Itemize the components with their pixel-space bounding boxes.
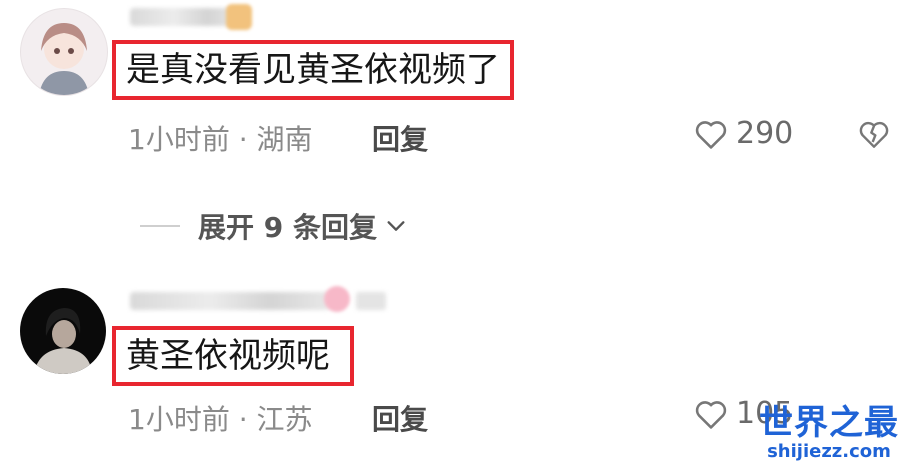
comment-meta: 1小时前 · 江苏 bbox=[128, 403, 313, 436]
broken-heart-icon[interactable] bbox=[858, 118, 890, 150]
reply-button[interactable]: 回复 bbox=[372, 398, 428, 438]
chevron-down-icon bbox=[387, 221, 405, 231]
comment-text: 黄圣依视频呢 bbox=[112, 326, 354, 386]
like-count: 290 bbox=[736, 116, 794, 151]
watermark-logo: 世界之最 shijiezz.com bbox=[759, 404, 899, 462]
flower-icon bbox=[324, 286, 350, 312]
heart-icon bbox=[695, 120, 727, 149]
divider bbox=[140, 225, 180, 227]
like-button[interactable]: 290 bbox=[694, 116, 793, 151]
username-blurred[interactable] bbox=[130, 8, 240, 26]
avatar[interactable] bbox=[20, 288, 106, 374]
expand-replies-label: 展开 9 条回复 bbox=[198, 211, 377, 244]
user-badge-icon bbox=[226, 4, 252, 30]
expand-replies-button[interactable]: 展开 9 条回复 bbox=[140, 206, 407, 246]
comment-item: 是真没看见黄圣依视频了 1小时前 · 湖南 回复 290 展开 9 条回复 bbox=[0, 0, 907, 270]
watermark-url: shijiezz.com bbox=[767, 441, 891, 462]
heart-icon bbox=[695, 400, 727, 429]
reply-button[interactable]: 回复 bbox=[372, 118, 428, 158]
user-badge-icon bbox=[356, 292, 386, 310]
comment-meta: 1小时前 · 湖南 bbox=[128, 123, 313, 156]
username-blurred[interactable] bbox=[130, 292, 330, 310]
watermark-title: 世界之最 bbox=[759, 403, 899, 443]
comment-text: 是真没看见黄圣依视频了 bbox=[112, 40, 514, 100]
avatar[interactable] bbox=[20, 8, 108, 96]
